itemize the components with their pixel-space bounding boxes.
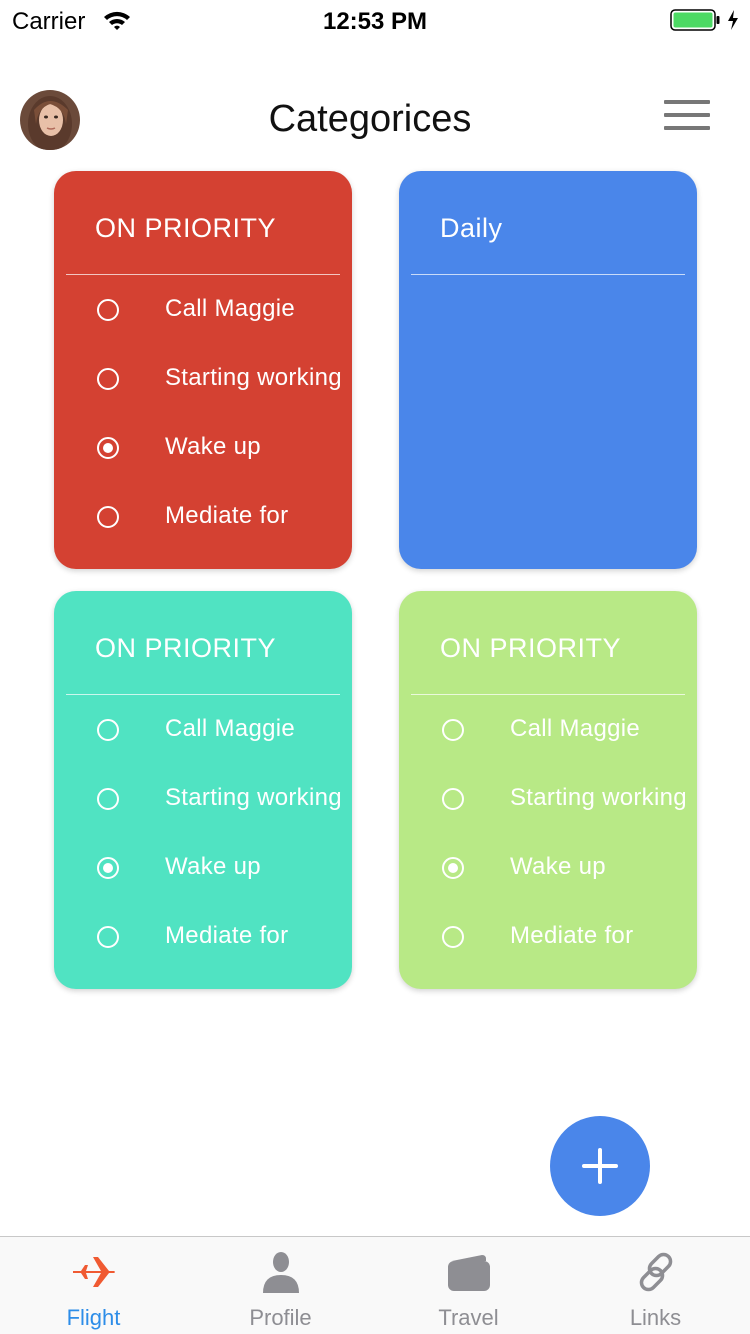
task-label: Call Maggie [165, 295, 296, 322]
status-bar: Carrier 12:53 PM [0, 0, 750, 40]
task-item[interactable]: Call Maggie [54, 711, 352, 751]
link-icon [639, 1252, 673, 1292]
tab-profile[interactable]: Profile [187, 1237, 374, 1334]
tab-flight[interactable]: Flight [0, 1237, 187, 1334]
task-radio[interactable] [442, 788, 464, 810]
tab-label: Links [629, 1305, 682, 1330]
card-title: ON PRIORITY [440, 633, 622, 663]
tab-label: Flight [66, 1305, 121, 1330]
menu-icon-line [664, 100, 710, 104]
card-divider [66, 274, 340, 275]
task-item[interactable]: Call Maggie [54, 291, 352, 331]
page-title: Categorices [268, 98, 472, 140]
tab-travel[interactable]: Travel [375, 1237, 562, 1334]
wallet-icon [448, 1255, 490, 1291]
task-item[interactable]: Mediate for [54, 498, 352, 538]
task-label: Mediate for [165, 922, 289, 949]
hamburger-menu-button[interactable] [664, 100, 710, 134]
task-item[interactable]: Wake up [54, 849, 352, 889]
task-item[interactable]: Mediate for [399, 918, 697, 958]
task-label: Mediate for [510, 922, 634, 949]
task-item[interactable]: Starting working [399, 780, 697, 820]
status-time: 12:53 PM [322, 8, 428, 35]
task-label: Mediate for [165, 502, 289, 529]
task-label: Starting working [165, 364, 342, 391]
category-card-daily[interactable]: Daily [399, 171, 697, 569]
task-radio[interactable] [97, 719, 119, 741]
task-item[interactable]: Wake up [54, 429, 352, 469]
task-radio[interactable] [97, 857, 119, 879]
tab-label: Travel [438, 1305, 499, 1330]
card-title: Daily [440, 213, 503, 243]
task-radio[interactable] [442, 926, 464, 948]
card-divider [411, 694, 685, 695]
category-card-on-priority-red[interactable]: ON PRIORITY Call Maggie Starting working… [54, 171, 352, 569]
card-divider [411, 274, 685, 275]
charging-bolt-icon [728, 10, 738, 30]
tab-bar: Flight Profile Travel Links [0, 1236, 750, 1334]
task-item[interactable]: Starting working [54, 780, 352, 820]
task-item[interactable]: Mediate for [54, 918, 352, 958]
task-item[interactable]: Call Maggie [399, 711, 697, 751]
task-radio[interactable] [97, 926, 119, 948]
category-card-on-priority-teal[interactable]: ON PRIORITY Call Maggie Starting working… [54, 591, 352, 989]
task-item[interactable]: Wake up [399, 849, 697, 889]
task-radio[interactable] [442, 719, 464, 741]
task-label: Wake up [510, 853, 606, 880]
card-title: ON PRIORITY [95, 633, 277, 663]
battery-icon [670, 9, 720, 31]
tab-links[interactable]: Links [562, 1237, 749, 1334]
card-title: ON PRIORITY [95, 213, 277, 243]
person-icon [263, 1252, 299, 1293]
task-label: Wake up [165, 853, 261, 880]
task-radio[interactable] [97, 506, 119, 528]
task-label: Call Maggie [510, 715, 641, 742]
task-radio[interactable] [97, 437, 119, 459]
category-card-on-priority-green[interactable]: ON PRIORITY Call Maggie Starting working… [399, 591, 697, 989]
airplane-icon [73, 1257, 115, 1287]
task-label: Wake up [165, 433, 261, 460]
menu-icon-line [664, 126, 710, 130]
task-radio[interactable] [97, 788, 119, 810]
task-radio[interactable] [97, 368, 119, 390]
task-radio[interactable] [97, 299, 119, 321]
task-label: Starting working [510, 784, 687, 811]
task-label: Starting working [165, 784, 342, 811]
card-divider [66, 694, 340, 695]
task-radio[interactable] [442, 857, 464, 879]
task-item[interactable]: Starting working [54, 360, 352, 400]
task-label: Call Maggie [165, 715, 296, 742]
tab-label: Profile [249, 1305, 312, 1330]
menu-icon-line [664, 113, 710, 117]
add-category-button[interactable] [550, 1116, 650, 1216]
